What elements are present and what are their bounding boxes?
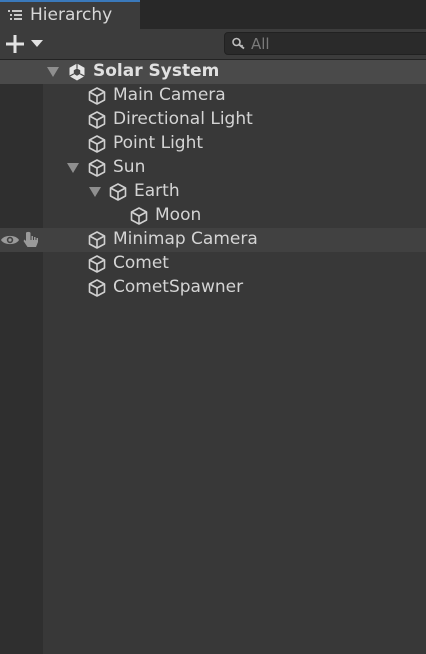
hierarchy-item-label: Main Camera [113, 85, 226, 105]
hierarchy-item-moon[interactable]: Moon [0, 204, 426, 228]
gameobject-cube-icon [88, 159, 106, 177]
gameobject-cube-icon [88, 111, 106, 129]
hierarchy-item-label: Comet [113, 253, 169, 273]
hierarchy-item-earth[interactable]: Earth [0, 180, 426, 204]
scene-name: Solar System [93, 61, 220, 81]
eye-icon[interactable] [0, 233, 20, 247]
search-input[interactable] [251, 34, 421, 53]
gameobject-cube-icon [88, 279, 106, 297]
scene-row[interactable]: Solar System [0, 60, 426, 84]
hierarchy-item-directional-light[interactable]: Directional Light [0, 108, 426, 132]
plus-icon [6, 35, 24, 53]
tab-hierarchy[interactable]: Hierarchy [0, 0, 140, 29]
search-field[interactable] [224, 32, 426, 55]
hierarchy-item-comet-spawner[interactable]: CometSpawner [0, 276, 426, 300]
fold-arrow-expanded-icon[interactable] [67, 163, 79, 173]
hierarchy-item-sun[interactable]: Sun [0, 156, 426, 180]
gameobject-cube-icon [88, 87, 106, 105]
row-gutter [0, 60, 43, 84]
hierarchy-item-label: CometSpawner [113, 277, 244, 297]
search-icon [232, 37, 245, 50]
hierarchy-item-minimap-camera[interactable]: Minimap Camera [0, 228, 426, 252]
gameobject-cube-icon [88, 231, 106, 249]
hierarchy-toolbar [0, 29, 426, 60]
hierarchy-item-label: Directional Light [113, 109, 253, 129]
hierarchy-item-label: Minimap Camera [113, 229, 258, 249]
hierarchy-window: Hierarchy All Solar System Main Camera D… [0, 0, 426, 654]
fold-arrow-expanded-icon[interactable] [47, 67, 59, 77]
hierarchy-item-label: Earth [134, 181, 180, 201]
gameobject-cube-icon [88, 135, 106, 153]
tab-strip: Hierarchy [0, 0, 426, 29]
hierarchy-item-label: Moon [155, 205, 202, 225]
row-gutter [0, 228, 43, 252]
fold-arrow-expanded-icon[interactable] [89, 187, 101, 197]
gameobject-cube-icon [130, 207, 148, 225]
tab-label: Hierarchy [30, 5, 113, 25]
create-dropdown-button[interactable] [3, 32, 45, 56]
hand-pickable-icon[interactable] [23, 230, 42, 250]
list-icon [8, 10, 22, 20]
hierarchy-item-label: Point Light [113, 133, 204, 153]
gameobject-cube-icon [88, 255, 106, 273]
gameobject-cube-icon [109, 183, 127, 201]
hierarchy-item-comet[interactable]: Comet [0, 252, 426, 276]
hierarchy-item-point-light[interactable]: Point Light [0, 132, 426, 156]
hierarchy-item-main-camera[interactable]: Main Camera [0, 84, 426, 108]
hierarchy-item-label: Sun [113, 157, 146, 177]
unity-scene-icon [69, 63, 85, 81]
caret-down-icon [31, 40, 43, 47]
